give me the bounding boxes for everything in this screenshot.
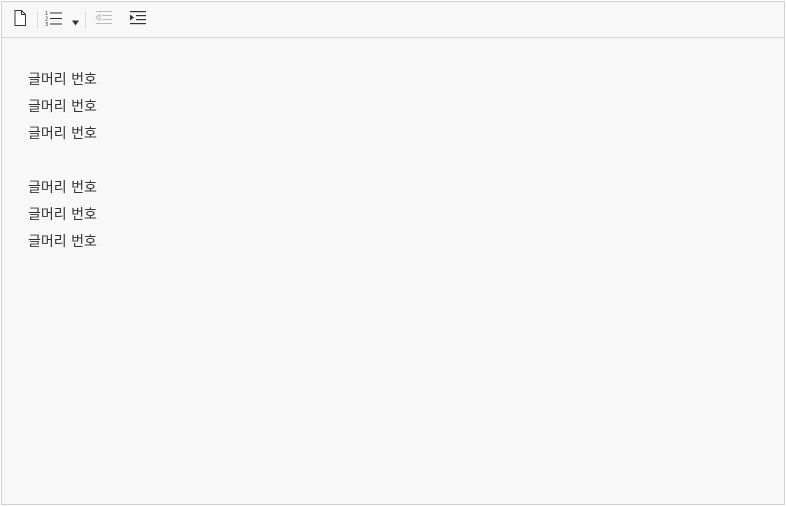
outdent-icon xyxy=(95,10,113,30)
list-item: 글머리 번호 xyxy=(28,180,97,196)
paragraph: 글머리 번호 글머리 번호 글머리 번호 xyxy=(28,67,728,148)
outdent-button[interactable] xyxy=(94,10,114,30)
numbered-list-icon: 1 2 3 xyxy=(45,10,63,30)
list-style-dropdown-button[interactable] xyxy=(70,10,80,30)
indent-icon xyxy=(129,10,147,30)
toolbar-separator xyxy=(85,12,86,28)
numbered-list-button[interactable]: 1 2 3 xyxy=(44,10,64,30)
list-item: 글머리 번호 xyxy=(28,99,97,115)
new-document-icon xyxy=(14,10,26,30)
indent-button[interactable] xyxy=(128,10,148,30)
list-item: 글머리 번호 xyxy=(28,207,97,223)
rich-text-editor: 1 2 3 글머리 번호 글머리 번호 글머리 번호 글머리 번호 글머리 번호… xyxy=(1,1,785,505)
list-item: 글머리 번호 xyxy=(28,126,97,142)
toolbar-separator xyxy=(37,12,38,28)
paragraph: 글머리 번호 글머리 번호 글머리 번호 xyxy=(28,175,728,256)
dropdown-arrow-icon xyxy=(71,11,79,30)
new-document-button[interactable] xyxy=(12,10,28,30)
list-item: 글머리 번호 xyxy=(28,72,97,88)
editor-toolbar: 1 2 3 xyxy=(2,2,784,38)
editor-content-area[interactable]: 글머리 번호 글머리 번호 글머리 번호 글머리 번호 글머리 번호 글머리 번… xyxy=(2,38,784,504)
svg-text:3: 3 xyxy=(45,22,48,26)
list-item: 글머리 번호 xyxy=(28,234,97,250)
